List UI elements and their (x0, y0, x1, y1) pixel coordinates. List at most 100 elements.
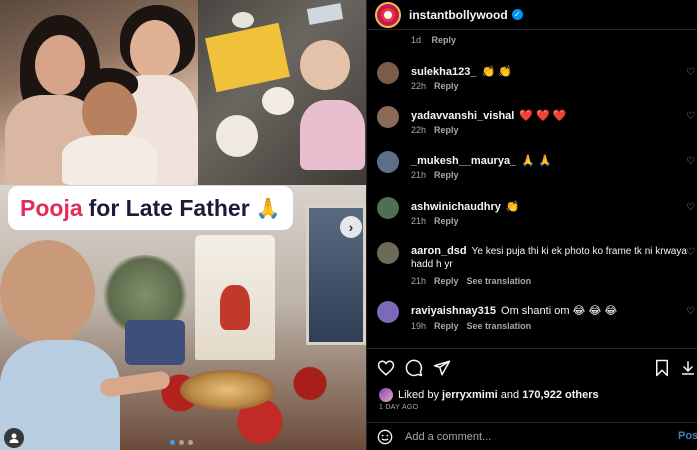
comment-body: ❤️ ❤️ ❤️ (519, 110, 567, 122)
comment-meta: 21h Reply (411, 170, 459, 180)
comment-meta: 22h Reply (411, 81, 459, 91)
father-face (82, 82, 137, 142)
account-username[interactable]: instantbollywood (409, 8, 508, 22)
reply-button[interactable]: Reply (434, 81, 459, 91)
likes-count[interactable]: 170,922 others (522, 389, 598, 401)
heart-icon[interactable] (377, 359, 395, 377)
like-comment-icon[interactable]: ♡ (686, 112, 696, 122)
mother-face (130, 20, 180, 80)
action-bar (367, 348, 697, 386)
family-photo (0, 0, 198, 185)
reply-button[interactable]: Reply (434, 321, 459, 331)
comment-body: 👏 (505, 201, 520, 213)
comment-text: raviyaishnay315 Om shanti om 😂 😂 😂 (411, 304, 617, 317)
reply-button[interactable]: Reply (432, 35, 457, 45)
like-comment-icon[interactable]: ♡ (686, 248, 696, 258)
reply-button[interactable]: Reply (434, 125, 459, 135)
liker-avatar[interactable] (379, 388, 393, 402)
comment-time: 21h (411, 216, 427, 226)
user-icon (9, 433, 19, 443)
plate-small (262, 87, 294, 115)
comment-meta: 21h Reply (411, 216, 459, 226)
commenter-username[interactable]: _mukesh__maurya_ (411, 155, 516, 167)
comment-meta: 22h Reply (411, 125, 459, 135)
baby-head-closeup (0, 240, 95, 345)
commenter-avatar[interactable] (377, 301, 399, 323)
comment-text: yadavvanshi_vishal ❤️ ❤️ ❤️ (411, 109, 567, 122)
comment-time: 21h (411, 170, 427, 180)
commenter-username[interactable]: yadavvanshi_vishal (411, 110, 514, 122)
save-icon[interactable] (653, 359, 671, 377)
comment-item: raviyaishnay315 Om shanti om 😂 😂 😂 19h Rep… (377, 301, 697, 345)
caption-text: for Late Father (88, 194, 250, 221)
comment-body: Ye kesi puja thi ki ek photo ko frame tk… (471, 246, 687, 257)
post-caption-overlay: Pooja for Late Father 🙏 (8, 186, 293, 230)
comment-item: sulekha123_ 👏 👏 22h Reply ♡ (377, 62, 697, 106)
father-outfit (62, 135, 157, 185)
comment-input[interactable] (405, 428, 655, 446)
likes-middle: and (500, 389, 520, 401)
like-comment-icon[interactable]: ♡ (686, 307, 696, 317)
comment-item: aaron_dsd Ye kesi puja thi ki ek photo ko… (377, 242, 697, 294)
next-slide-button[interactable]: › (340, 216, 362, 238)
download-icon[interactable] (679, 359, 697, 377)
carousel-dots (170, 440, 193, 445)
comment-time: 22h (411, 125, 427, 135)
liker-username[interactable]: jerryxmimi (442, 389, 498, 401)
commenter-username[interactable]: raviyaishnay315 (411, 305, 496, 317)
account-avatar[interactable] (375, 1, 401, 28)
comment-meta: 21h Reply See translation (411, 276, 531, 286)
carousel-dot (170, 440, 175, 445)
commenter-username[interactable]: aaron_dsd (411, 245, 467, 257)
comment-time: 1d (411, 35, 422, 45)
comment-time: 22h (411, 81, 427, 91)
woman-face (35, 35, 85, 95)
idol (220, 285, 250, 330)
comment-body: Om shanti om 😂 😂 😂 (501, 305, 618, 317)
like-comment-icon[interactable]: ♡ (686, 203, 696, 213)
reply-button[interactable]: Reply (434, 276, 459, 286)
emoji-icon[interactable] (377, 429, 393, 445)
comment-text: sulekha123_ 👏 👏 (411, 65, 512, 78)
verified-icon: ✓ (511, 9, 523, 20)
post-media[interactable]: Pooja for Late Father 🙏 › (0, 0, 366, 450)
reply-button[interactable]: Reply (434, 170, 459, 180)
likes-summary: Liked by jerryxmimi and 170,922 others (379, 388, 599, 402)
comment-body: 🙏 🙏 (521, 155, 552, 167)
comments-panel: instantbollywood ✓ 1d Reply sulekha123_ 👏… (366, 0, 697, 450)
like-comment-icon[interactable]: ♡ (686, 157, 696, 167)
comment-icon[interactable] (405, 359, 423, 377)
tagged-users-button[interactable] (4, 428, 24, 448)
bowl (232, 12, 254, 28)
likes-prefix: Liked by (398, 389, 439, 401)
caption-word: Pooja (20, 194, 83, 221)
caption-emoji: 🙏 (255, 197, 281, 220)
comment-list[interactable]: 1d Reply sulekha123_ 👏 👏 22h Reply ♡ yadav… (367, 30, 697, 348)
commenter-username[interactable]: sulekha123_ (411, 66, 476, 78)
post-date[interactable]: 1 DAY AGO (379, 404, 418, 411)
post-header: instantbollywood ✓ (367, 0, 697, 30)
commenter-avatar[interactable] (377, 151, 399, 173)
comment-meta: 19h Reply See translation (411, 321, 531, 331)
comment-item: _mukesh__maurya_ 🙏 🙏 21h Reply ♡ (377, 151, 697, 195)
see-translation-button[interactable]: See translation (467, 276, 532, 286)
add-comment-bar: Post (367, 422, 697, 450)
previous-comment-meta: 1d Reply (411, 35, 456, 45)
commenter-avatar[interactable] (377, 62, 399, 84)
like-comment-icon[interactable]: ♡ (686, 68, 696, 78)
see-translation-button[interactable]: See translation (467, 321, 532, 331)
reply-button[interactable]: Reply (434, 216, 459, 226)
diya-plate (180, 370, 275, 410)
plate (216, 115, 258, 157)
comment-text: _mukesh__maurya_ 🙏 🙏 (411, 154, 552, 167)
baby-head (300, 40, 350, 90)
commenter-avatar[interactable] (377, 106, 399, 128)
comment-item: yadavvanshi_vishal ❤️ ❤️ ❤️ 22h Reply ♡ (377, 106, 697, 150)
share-icon[interactable] (433, 359, 451, 377)
post-button[interactable]: Post (678, 430, 697, 442)
carousel-dot (179, 440, 184, 445)
comment-text: aaron_dsd Ye kesi puja thi ki ek photo ko… (411, 245, 687, 257)
commenter-username[interactable]: ashwinichaudhry (411, 201, 501, 213)
commenter-avatar[interactable] (377, 197, 399, 219)
commenter-avatar[interactable] (377, 242, 399, 264)
